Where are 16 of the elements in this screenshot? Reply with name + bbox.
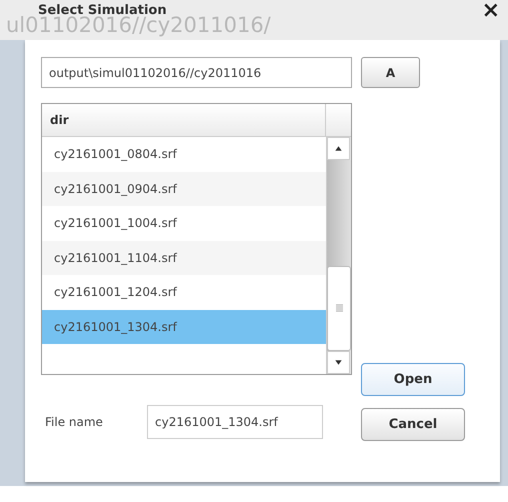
dialog-title: Select Simulation xyxy=(38,4,167,17)
a-button[interactable]: A xyxy=(361,57,420,88)
file-name-field[interactable]: cy2161001_1304.srf xyxy=(147,405,323,439)
dialog-button[interactable]: Open xyxy=(361,363,465,396)
file-row[interactable]: cy2161001_0904.srf xyxy=(42,172,326,206)
file-name-label: File name xyxy=(44,414,104,431)
scroll-up-icon[interactable] xyxy=(327,137,350,160)
scrollbar[interactable] xyxy=(326,137,351,374)
scroll-down-icon[interactable] xyxy=(327,351,350,374)
dialog-button[interactable]: Cancel xyxy=(361,408,465,441)
scroll-thumb[interactable] xyxy=(327,266,351,351)
close-button[interactable]: × xyxy=(482,0,500,22)
path-field[interactable]: output\simul01102016//cy2011016 xyxy=(41,57,352,88)
file-row[interactable]: cy2161001_1104.srf xyxy=(42,240,326,275)
file-row[interactable]: cy2161001_1304.srf xyxy=(42,310,326,344)
grip-icon xyxy=(336,304,342,313)
